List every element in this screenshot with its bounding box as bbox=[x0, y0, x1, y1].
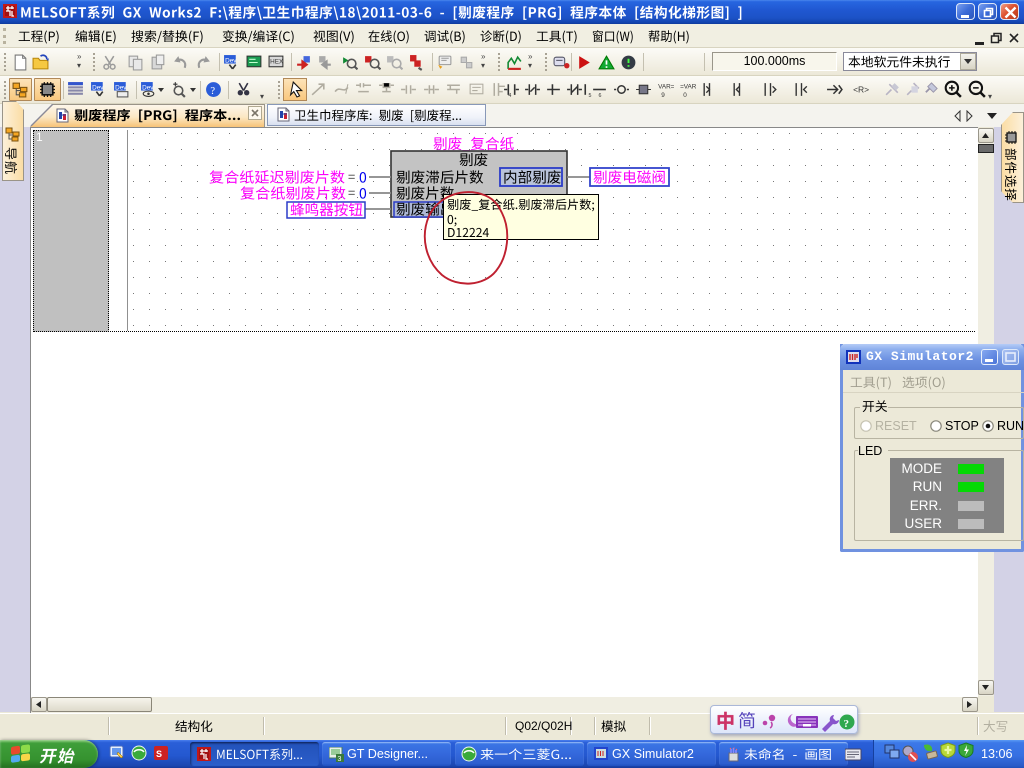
svg-text:HEX: HEX bbox=[270, 59, 284, 66]
svg-text:Dev: Dev bbox=[115, 85, 127, 92]
svg-text:Dev: Dev bbox=[142, 85, 154, 92]
svg-text:4: 4 bbox=[508, 93, 511, 98]
svg-text:3: 3 bbox=[338, 756, 342, 762]
svg-text:6: 6 bbox=[598, 93, 601, 98]
svg-text:Dev: Dev bbox=[92, 85, 104, 92]
svg-text:=VAR: =VAR bbox=[680, 83, 696, 90]
svg-text:9: 9 bbox=[661, 92, 665, 98]
svg-text:VAR=: VAR= bbox=[658, 83, 674, 90]
svg-text:<R>: <R> bbox=[853, 85, 869, 95]
svg-text:Dev: Dev bbox=[225, 58, 237, 65]
svg-text:0: 0 bbox=[683, 92, 687, 98]
svg-text:?: ? bbox=[210, 86, 215, 97]
